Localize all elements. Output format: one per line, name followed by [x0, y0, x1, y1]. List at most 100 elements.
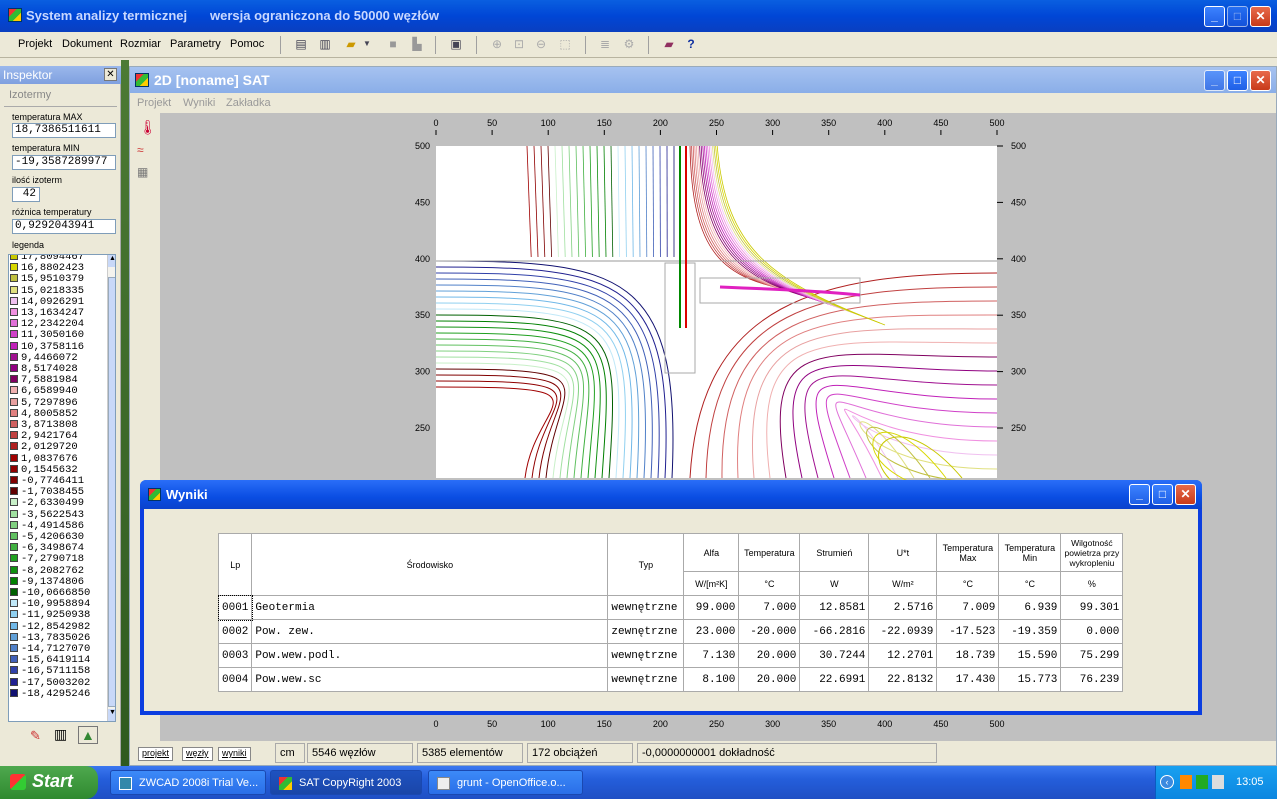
results-dialog: Wyniki _ □ ✕ Lp Środowisko Typ Alfa Temp… [140, 480, 1202, 715]
zoom-window-icon[interactable]: ⊡ [510, 35, 528, 53]
openoffice-icon [437, 777, 450, 790]
menu-rozmiar[interactable]: Rozmiar [120, 38, 161, 50]
new-2d-icon[interactable]: ▤ [292, 35, 310, 53]
menu-dokument[interactable]: Dokument [62, 38, 112, 50]
bottom-bar: projekt węzły wyniki cm 5546 węzłów 5385… [130, 741, 1276, 765]
close-button[interactable]: ✕ [1250, 6, 1271, 27]
new-3d-icon[interactable]: ▥ [316, 35, 334, 53]
legend-swatch [10, 655, 18, 664]
pencil-icon[interactable]: ✎ [30, 728, 41, 744]
tab-wezly[interactable]: węzły [182, 747, 213, 761]
legend-value: -9,1374806 [21, 575, 85, 588]
tray-app-icon[interactable] [1180, 775, 1192, 789]
legend-value: 2,9421764 [21, 430, 78, 443]
table-cell: 6.939 [998, 595, 1062, 620]
table-row[interactable]: 0001 Geotermia wewnętrzne 99.000 7.000 12.858… [217, 594, 1124, 621]
taskbar-item-sat[interactable]: SAT CopyRight 2003 [270, 770, 422, 795]
temp-min-field[interactable]: -19,3587289977 [12, 155, 116, 170]
taskbar-item-label: SAT CopyRight 2003 [299, 777, 402, 789]
tray-expand-icon[interactable]: ‹ [1160, 775, 1174, 789]
legend-value: -16,5711158 [21, 665, 91, 678]
tab-projekt[interactable]: projekt [138, 747, 174, 761]
inspector-close-icon[interactable]: ✕ [104, 68, 117, 81]
legend-scrollbar[interactable]: ▲ ▼ [107, 255, 115, 721]
table-cell: 20.000 [738, 643, 801, 668]
menu2-zakladka[interactable]: Zakładka [226, 97, 271, 109]
table-cell: 15.773 [998, 667, 1062, 692]
table-cell: 0003 [217, 643, 253, 668]
results-close-button[interactable]: ✕ [1175, 484, 1196, 505]
settings-icon[interactable]: ⚙ [620, 35, 638, 53]
save-icon[interactable]: ■ [384, 35, 402, 53]
isotherm-count-field[interactable]: 42 [12, 187, 40, 202]
menu2-wyniki[interactable]: Wyniki [183, 97, 215, 109]
tray-network-icon[interactable] [1196, 775, 1208, 789]
trash-icon[interactable]: ▥ [54, 726, 67, 743]
results-minimize-button[interactable]: _ [1129, 484, 1150, 505]
legend-value: -5,4206630 [21, 531, 85, 543]
y-tick-label-right: 350 [1011, 310, 1026, 320]
book-icon[interactable]: ▰ [660, 35, 678, 53]
window-2d-close-button[interactable]: ✕ [1250, 70, 1271, 91]
zoom-out-icon[interactable]: ⊖ [532, 35, 550, 53]
zoom-extents-icon[interactable]: ⬚ [556, 35, 574, 53]
table-cell: 12.8581 [799, 595, 870, 620]
minimize-button[interactable]: _ [1204, 6, 1225, 27]
window-2d-maximize-button[interactable]: □ [1227, 70, 1248, 91]
menu-pomoc[interactable]: Pomoc [230, 38, 264, 50]
temp-diff-field[interactable]: 0,9292043941 [12, 219, 116, 234]
table-row[interactable]: 0004 Pow.wew.sc wewnętrzne 8.100 20.000 22.69… [217, 667, 1124, 692]
unit-strumien: W [799, 571, 870, 596]
table-row[interactable]: 0003 Pow.wew.podl. wewnętrzne 7.130 20.000 30… [217, 643, 1124, 668]
tray-volume-icon[interactable] [1212, 775, 1224, 789]
legend-value: -6,3498674 [21, 542, 85, 555]
legend-value: 11,3050160 [21, 329, 85, 342]
y-tick-label-left: 450 [415, 197, 430, 207]
x-tick-label-bottom: 50 [487, 719, 497, 729]
legend-list[interactable]: 17,8094467 16,8802423 15,9510379 15,0218335… [8, 254, 116, 722]
taskbar-item-label: ZWCAD 2008i Trial Ve... [139, 777, 259, 789]
col-wilgotnosc: Wilgotność powietrza przy wykropleniu [1060, 533, 1124, 572]
list-icon[interactable]: ≣ [596, 35, 614, 53]
col-srodowisko: Środowisko [251, 533, 609, 596]
scroll-down-icon[interactable]: ▼ [108, 709, 115, 721]
menu2-projekt[interactable]: Projekt [137, 97, 171, 109]
legend-swatch [10, 453, 18, 462]
x-tick-label-top: 300 [765, 118, 780, 128]
grid-icon[interactable]: ▦ [137, 165, 148, 179]
legend-swatch [10, 644, 18, 652]
menu-parametry[interactable]: Parametry [170, 38, 221, 50]
legend-value: 9,4466072 [21, 351, 78, 364]
isotherm-count-label: ilość izoterm [12, 175, 63, 185]
window-2d-menu: Projekt Wyniki Zakładka [130, 93, 1276, 113]
chevron-down-icon[interactable]: ▼ [362, 35, 372, 53]
legend-item[interactable]: -18,4295246 [9, 688, 109, 700]
help-icon[interactable]: ? [682, 35, 700, 53]
tree-icon[interactable]: ▲ [78, 726, 98, 744]
maximize-button[interactable]: □ [1227, 6, 1248, 27]
status-precision: -0,0000000001 dokładność [637, 743, 937, 763]
table-cell: Pow.wew.podl. [251, 643, 609, 668]
window-2d-minimize-button[interactable]: _ [1204, 70, 1225, 91]
results-maximize-button[interactable]: □ [1152, 484, 1173, 505]
inspector-tab-izotermy[interactable]: Izotermy [9, 89, 51, 101]
unit-ut: W/m² [868, 571, 938, 596]
taskbar-item-zwcad[interactable]: ZWCAD 2008i Trial Ve... [110, 770, 266, 795]
legend-swatch [10, 576, 18, 585]
thermometer-icon[interactable]: 🌡 [139, 119, 157, 136]
menu-projekt[interactable]: Projekt [18, 38, 52, 50]
print-icon[interactable]: ▣ [447, 35, 465, 53]
scroll-up-icon[interactable]: ▲ [108, 255, 115, 267]
start-button[interactable]: Start [0, 766, 98, 799]
table-cell: 22.8132 [868, 667, 938, 692]
open-folder-icon[interactable]: ▰ [342, 35, 360, 53]
tab-wyniki[interactable]: wyniki [218, 747, 251, 761]
isotherm-icon[interactable]: ≈ [137, 143, 144, 157]
temp-max-field[interactable]: 18,7386511611 [12, 123, 116, 138]
clock: 13:05 [1236, 776, 1264, 788]
save-all-icon[interactable]: ▙ [408, 35, 426, 53]
table-row[interactable]: 0002 Pow. zew. zewnętrzne 23.000 -20.000 -66.… [217, 619, 1124, 644]
taskbar-item-openoffice[interactable]: grunt - OpenOffice.o... [428, 770, 583, 795]
legend-swatch [10, 677, 18, 686]
zoom-in-icon[interactable]: ⊕ [488, 35, 506, 53]
